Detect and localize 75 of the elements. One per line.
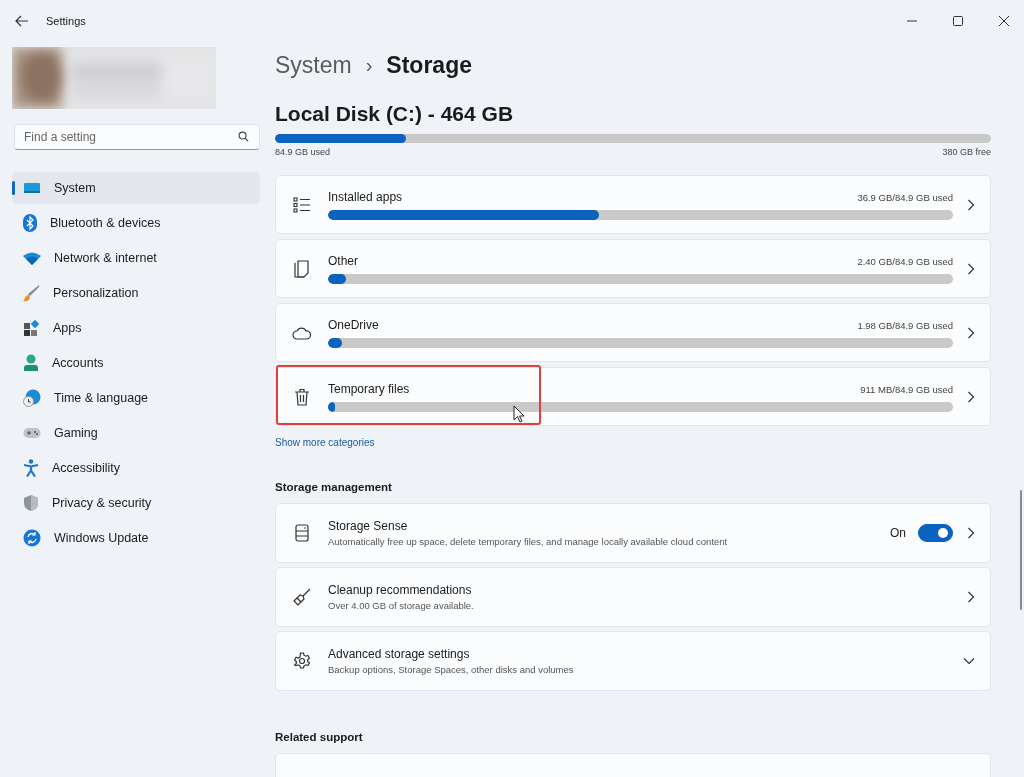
nav-item[interactable]: Time & language [12,382,260,414]
chevron-right-icon [967,591,975,603]
window-title: Settings [46,15,86,27]
category-usage: 2.40 GB/84.9 GB used [857,255,953,267]
person-icon [23,354,39,372]
category-card[interactable]: OneDrive 1.98 GB/84.9 GB used [275,303,991,362]
nav-item[interactable]: Network & internet [12,242,260,274]
setting-title: Cleanup recommendations [328,583,473,597]
chevron-right-icon [967,198,975,211]
chevron-right-icon [967,390,975,403]
nav-item[interactable]: Privacy & security [12,487,260,519]
monitor-icon [23,181,41,195]
nav-item[interactable]: Bluetooth & devices [12,207,260,239]
trash-icon [292,387,312,406]
category-card[interactable]: Other 2.40 GB/84.9 GB used [275,239,991,298]
bluetooth-icon [23,214,37,232]
category-usage: 1.98 GB/84.9 GB used [857,319,953,331]
section-heading: Related support [275,731,364,743]
globe-clock-icon [23,389,41,407]
mouse-cursor-icon [513,405,525,423]
list-icon [292,196,312,213]
show-more-link[interactable]: Show more categories [275,437,375,448]
settings-card[interactable]: Cleanup recommendations Over 4.00 GB of storage available. [275,567,991,627]
search-icon [238,131,249,142]
free-label: 380 GB free [942,147,991,157]
setting-description: Over 4.00 GB of storage available. [328,600,475,611]
document-icon [292,259,312,278]
category-usage: 911 MB/84.9 GB used [860,383,953,395]
page-title: Storage [386,52,472,79]
nav-item[interactable]: Windows Update [12,522,260,554]
toggle-label: On [890,526,906,540]
gamepad-icon [23,427,41,439]
settings-card[interactable]: Storage Sense Automatically free up space, delete temporary files, and manage locally available cloud content On [275,503,991,563]
apps-icon [23,319,40,337]
category-name: Temporary files [328,381,410,396]
chevron-right-icon [967,262,975,275]
settings-icon [292,652,312,670]
disk-title: Local Disk (C:) - 464 GB [275,102,515,126]
update-icon [23,529,41,547]
nav-item[interactable]: Accounts [12,347,260,379]
section-heading: Storage management [275,481,393,493]
nav-item[interactable]: Gaming [12,417,260,449]
category-name: Other [328,253,358,268]
breadcrumb-separator: › [365,54,373,77]
maximize-icon[interactable] [952,15,964,27]
chevron-right-icon [967,326,975,339]
category-card[interactable]: Temporary files 911 MB/84.9 GB used [275,367,991,426]
wifi-icon [23,251,41,265]
chevron-down-icon [963,657,975,665]
category-usage: 36.9 GB/84.9 GB used [857,191,953,203]
toggle-switch[interactable] [918,524,953,542]
back-icon[interactable] [15,15,29,27]
nav-item[interactable]: Apps [12,312,260,344]
setting-title: Storage Sense [328,519,409,533]
category-name: OneDrive [328,317,379,332]
brush-icon [23,284,40,302]
setting-title: Advanced storage settings [328,647,471,661]
search-field[interactable]: Find a setting [14,124,260,150]
broom-icon [292,588,312,606]
nav-item[interactable]: System [12,172,260,204]
setting-description: Automatically free up space, delete temporary files, and manage locally available cloud content [328,536,729,547]
cloud-icon [292,325,312,340]
settings-card[interactable]: Advanced storage settings Backup options, Storage Spaces, other disks and volumes [275,631,991,691]
drive-icon [292,524,312,542]
setting-description: Backup options, Storage Spaces, other disks and volumes [328,664,575,675]
category-name: Installed apps [328,189,403,204]
breadcrumb-link[interactable]: System [275,52,352,79]
category-card[interactable]: Installed apps 36.9 GB/84.9 GB used [275,175,991,234]
close-icon[interactable] [998,15,1010,27]
nav-item[interactable]: Personalization [12,277,260,309]
used-label: 84.9 GB used [275,147,331,157]
shield-icon [23,494,39,512]
chevron-right-icon [967,527,975,539]
nav-item[interactable]: Accessibility [12,452,260,484]
accessibility-icon [23,459,39,477]
